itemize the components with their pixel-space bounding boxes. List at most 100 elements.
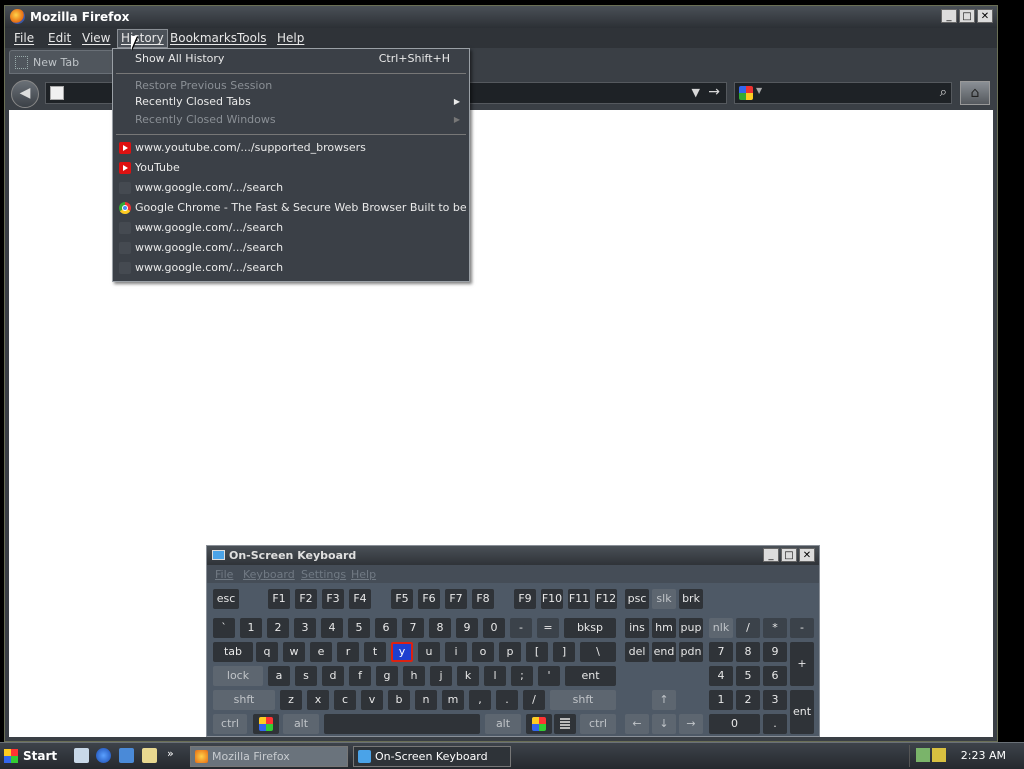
key-left-arrow[interactable]: ←	[625, 714, 649, 734]
google-icon[interactable]	[739, 86, 753, 100]
key-b[interactable]: b	[388, 690, 410, 710]
start-button[interactable]: Start	[2, 746, 57, 766]
chevron-right-icon[interactable]: »	[167, 747, 174, 760]
key-f12[interactable]: F12	[595, 589, 617, 609]
firefox-titlebar[interactable]: Mozilla Firefox _ □ ✕	[5, 6, 997, 28]
osk-menu-keyboard[interactable]: Keyboard	[243, 568, 295, 581]
key-left-windows[interactable]	[253, 714, 279, 734]
key-backslash[interactable]: \	[580, 642, 616, 662]
key-close-bracket[interactable]: ]	[553, 642, 575, 662]
history-entry[interactable]: www.google.com/.../search	[114, 219, 468, 237]
menu-tools[interactable]: Tools	[237, 31, 267, 45]
key-num-2[interactable]: 2	[736, 690, 760, 710]
menu-item-recently-closed-tabs[interactable]: Recently Closed Tabs ▶	[114, 93, 468, 111]
key-backspace[interactable]: bksp	[564, 618, 616, 638]
osk-menu-help[interactable]: Help	[351, 568, 376, 581]
menu-help[interactable]: Help	[277, 31, 304, 45]
key-caps-lock[interactable]: lock	[213, 666, 263, 686]
history-entry[interactable]: Google Chrome - The Fast & Secure Web Br…	[114, 199, 468, 232]
key-num-plus[interactable]: +	[790, 642, 814, 686]
key-p[interactable]: p	[499, 642, 521, 662]
maximize-button[interactable]: □	[959, 9, 975, 23]
key-f2[interactable]: F2	[295, 589, 317, 609]
key-v[interactable]: v	[361, 690, 383, 710]
key-8[interactable]: 8	[429, 618, 451, 638]
back-button[interactable]: ◀	[11, 80, 39, 108]
tab-new-tab[interactable]: New Tab	[9, 50, 121, 74]
key-d[interactable]: d	[322, 666, 344, 686]
key-left-shift[interactable]: shft	[213, 690, 275, 710]
close-button[interactable]: ✕	[799, 548, 815, 562]
menu-view[interactable]: View	[82, 31, 110, 45]
close-button[interactable]: ✕	[977, 9, 993, 23]
key-4[interactable]: 4	[321, 618, 343, 638]
go-arrow-icon[interactable]: →	[708, 84, 720, 100]
history-entry[interactable]: www.google.com/.../search	[114, 259, 468, 277]
key-0[interactable]: 0	[483, 618, 505, 638]
key-page-up[interactable]: pup	[679, 618, 703, 638]
key-6[interactable]: 6	[375, 618, 397, 638]
key-right-ctrl[interactable]: ctrl	[580, 714, 616, 734]
key-delete[interactable]: del	[625, 642, 649, 662]
key-j[interactable]: j	[430, 666, 452, 686]
key-down-arrow[interactable]: ↓	[652, 714, 676, 734]
network-icon[interactable]	[916, 748, 930, 762]
key-9[interactable]: 9	[456, 618, 478, 638]
key-u[interactable]: u	[418, 642, 440, 662]
menu-file[interactable]: File	[14, 31, 34, 45]
key-f3[interactable]: F3	[322, 589, 344, 609]
key-f4[interactable]: F4	[349, 589, 371, 609]
key-7[interactable]: 7	[402, 618, 424, 638]
key-brk[interactable]: brk	[679, 589, 703, 609]
menu-bookmarks[interactable]: Bookmarks	[170, 31, 237, 45]
key-up-arrow[interactable]: ↑	[652, 690, 676, 710]
magnifier-icon[interactable]: ⌕	[940, 85, 947, 100]
key-2[interactable]: 2	[267, 618, 289, 638]
key-m[interactable]: m	[442, 690, 464, 710]
key-3[interactable]: 3	[294, 618, 316, 638]
key-5[interactable]: 5	[348, 618, 370, 638]
key-f1[interactable]: F1	[268, 589, 290, 609]
key-c[interactable]: c	[334, 690, 356, 710]
key-tab[interactable]: tab	[213, 642, 253, 662]
maximize-button[interactable]: □	[781, 548, 797, 562]
key-right-windows[interactable]	[526, 714, 552, 734]
key-backtick[interactable]: `	[213, 618, 235, 638]
key-home[interactable]: hm	[652, 618, 676, 638]
key-g[interactable]: g	[376, 666, 398, 686]
history-entry[interactable]: www.google.com/.../search	[114, 239, 468, 257]
menu-item-show-all-history[interactable]: Show All History Ctrl+Shift+H	[114, 50, 468, 68]
search-bar[interactable]: ▼ ⌕	[734, 82, 952, 104]
menu-history[interactable]: History	[117, 29, 168, 48]
key-left-alt[interactable]: alt	[283, 714, 319, 734]
key-f8[interactable]: F8	[472, 589, 494, 609]
show-desktop-icon[interactable]	[74, 748, 89, 763]
key-f10[interactable]: F10	[541, 589, 563, 609]
key-k[interactable]: k	[457, 666, 479, 686]
key-n[interactable]: n	[415, 690, 437, 710]
key-i[interactable]: i	[445, 642, 467, 662]
key-s[interactable]: s	[295, 666, 317, 686]
key-x[interactable]: x	[307, 690, 329, 710]
key-num-8[interactable]: 8	[736, 642, 760, 662]
clock[interactable]: 2:23 AM	[961, 749, 1006, 762]
url-dropdown-icon[interactable]: ▼	[692, 86, 700, 99]
key-num-enter[interactable]: ent	[790, 690, 814, 734]
key-num-1[interactable]: 1	[709, 690, 733, 710]
history-entry[interactable]: www.youtube.com/.../supported_browsers	[114, 139, 468, 157]
history-entry[interactable]: www.google.com/.../search	[114, 179, 468, 197]
key-menu[interactable]	[554, 714, 576, 734]
internet-explorer-icon[interactable]	[96, 748, 111, 763]
key-f7[interactable]: F7	[445, 589, 467, 609]
key-num-4[interactable]: 4	[709, 666, 733, 686]
key-right-alt[interactable]: alt	[485, 714, 521, 734]
key-num-5[interactable]: 5	[736, 666, 760, 686]
key-insert[interactable]: ins	[625, 618, 649, 638]
volume-icon[interactable]	[932, 748, 946, 762]
explorer-icon[interactable]	[142, 748, 157, 763]
key-h[interactable]: h	[403, 666, 425, 686]
key-num-slash[interactable]: /	[736, 618, 760, 638]
key-num-star[interactable]: *	[763, 618, 787, 638]
key-period[interactable]: .	[496, 690, 518, 710]
key-enter[interactable]: ent	[565, 666, 616, 686]
